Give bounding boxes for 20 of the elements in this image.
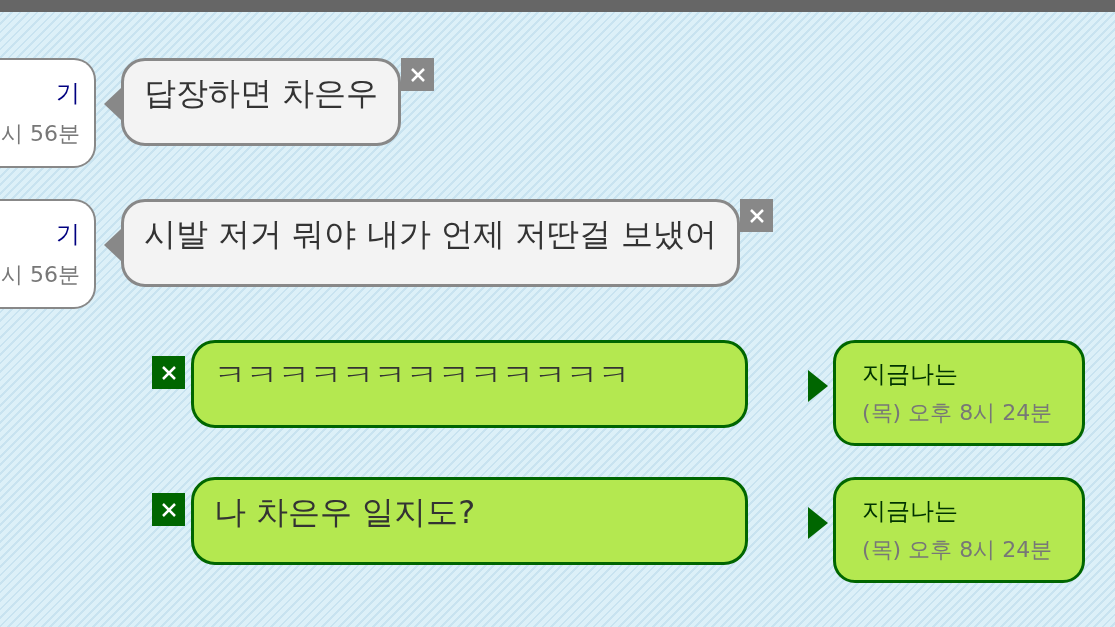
sender-name: 기 [56,219,80,250]
message-bubble: ㅋㅋㅋㅋㅋㅋㅋㅋㅋㅋㅋㅋㅋ [191,340,748,428]
close-button[interactable] [152,356,185,389]
close-icon [160,501,177,518]
close-button[interactable] [740,199,774,232]
close-button[interactable] [401,58,435,91]
message-time: 시 56분 [1,261,80,289]
close-icon [160,364,177,381]
sender-name: 지금나는 [862,359,959,390]
message-time: (목) 오후 8시 24분 [862,536,1054,564]
message-bubble: 시발 저거 뭐야 내가 언제 저딴걸 보냈어 [121,199,741,287]
close-button[interactable] [152,493,185,526]
message-time: 시 56분 [1,120,80,148]
message-bubble: 답장하면 차은우 [121,58,402,146]
message-time: (목) 오후 8시 24분 [862,399,1054,427]
close-icon [409,66,426,83]
message-bubble: 나 차은우 일지도? [191,477,748,565]
sender-name: 지금나는 [862,496,959,527]
close-icon [748,207,765,224]
sender-name: 기 [56,78,80,109]
